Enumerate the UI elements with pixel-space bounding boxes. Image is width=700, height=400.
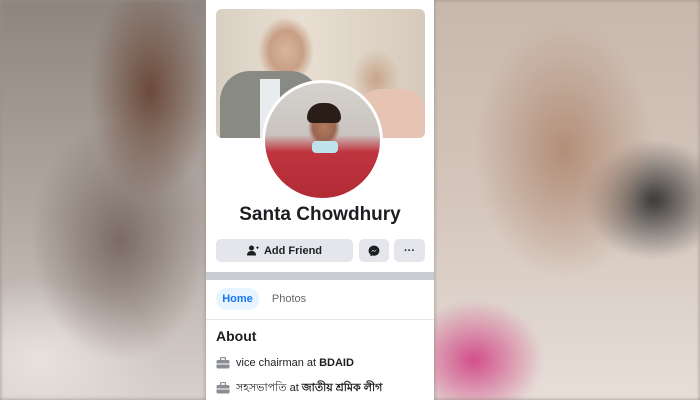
- briefcase-icon: [216, 357, 230, 369]
- about-item-work: vice chairman at BDAID: [216, 355, 354, 371]
- profile-screen: Santa Chowdhury Add Friend ··· Home Phot…: [206, 0, 434, 400]
- tabs-underline: [206, 319, 434, 320]
- blurred-background-right: [434, 0, 700, 400]
- avatar-hair: [307, 103, 341, 123]
- more-options-button[interactable]: ···: [394, 239, 425, 262]
- more-options-icon: ···: [404, 244, 415, 257]
- briefcase-icon: [216, 382, 230, 394]
- about-item-org[interactable]: জাতীয় শ্রমিক লীগ: [302, 379, 383, 398]
- profile-name: Santa Chowdhury: [239, 204, 401, 225]
- about-heading: About: [216, 328, 257, 344]
- about-item-org[interactable]: BDAID: [319, 357, 354, 369]
- section-divider: [206, 272, 434, 280]
- messenger-icon: [368, 245, 380, 257]
- blurred-background-left: [0, 0, 206, 400]
- add-friend-icon: [246, 245, 259, 256]
- about-item-prefix: vice chairman at: [236, 357, 317, 369]
- add-friend-label: Add Friend: [263, 244, 323, 257]
- avatar-mask: [312, 141, 338, 153]
- tab-photos[interactable]: Photos: [265, 288, 313, 310]
- tab-home[interactable]: Home: [216, 288, 259, 310]
- add-friend-button[interactable]: Add Friend: [216, 239, 353, 262]
- profile-picture[interactable]: [262, 80, 383, 201]
- about-item-prefix: সহসভাপতি at: [236, 381, 299, 394]
- message-button[interactable]: [359, 239, 389, 262]
- about-item-work: সহসভাপতি at জাতীয় শ্রমিক লীগ: [216, 380, 382, 396]
